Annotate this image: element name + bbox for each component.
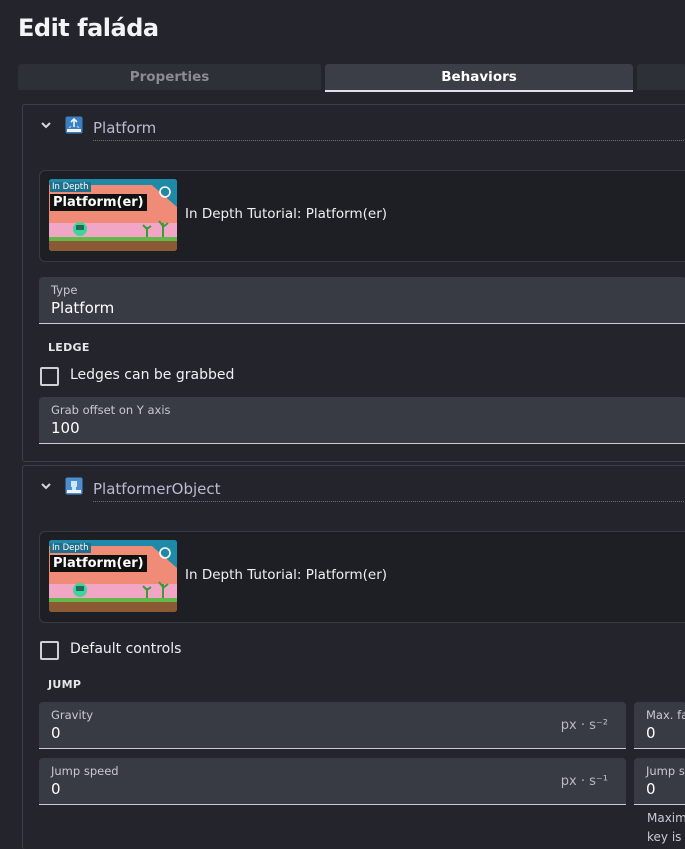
dialog-title: Edit faláda	[18, 14, 159, 42]
ledges-grabbed-label: Ledges can be grabbed	[70, 367, 235, 383]
grab-offset-field[interactable]: Grab offset on Y axis 100	[39, 397, 685, 444]
type-field[interactable]: Type Platform	[39, 277, 685, 324]
tab-overflow	[637, 64, 685, 90]
grab-offset-label: Grab offset on Y axis	[51, 403, 171, 417]
behavior-name: Platform	[93, 119, 157, 137]
behavior-name: PlatformerObject	[93, 480, 221, 498]
ledge-heading: LEDGE	[48, 341, 90, 354]
gravity-label: Gravity	[51, 708, 94, 722]
behavior-header[interactable]: Platform	[23, 105, 685, 151]
type-value: Platform	[51, 299, 115, 317]
gravity-unit: px · s⁻²	[560, 718, 608, 733]
max-falling-value: 0	[646, 724, 656, 742]
tutorial-thumbnail: In Depth Platform(er)	[49, 540, 177, 612]
jump-heading: JUMP	[48, 678, 82, 691]
gravity-value: 0	[51, 724, 61, 742]
grab-offset-value: 100	[51, 419, 80, 437]
default-controls-checkbox[interactable]	[40, 641, 59, 660]
tutorial-link-label: In Depth Tutorial: Platform(er)	[185, 567, 388, 583]
jump-speed-value: 0	[51, 780, 61, 798]
max-falling-speed-field[interactable]: Max. fal 0	[634, 702, 685, 749]
tutorial-link-label: In Depth Tutorial: Platform(er)	[185, 206, 388, 222]
tab-bar: Properties Behaviors	[18, 64, 685, 92]
platform-behavior-icon	[65, 116, 83, 134]
chevron-down-icon[interactable]	[39, 118, 53, 132]
tutorial-thumbnail: In Depth Platform(er)	[49, 179, 177, 251]
tab-properties[interactable]: Properties	[18, 64, 321, 90]
thumbnail-title: Platform(er)	[50, 194, 147, 211]
default-controls-label: Default controls	[70, 641, 182, 657]
behavior-name-underline	[93, 501, 685, 502]
behavior-section-platformer-object: PlatformerObject In Depth Platform(er) I…	[22, 465, 685, 849]
jump-speed-field[interactable]: Jump speed 0 px · s⁻¹	[39, 758, 626, 805]
tutorial-card[interactable]: In Depth Platform(er) In Depth Tutorial:…	[39, 531, 685, 623]
thumbnail-title: Platform(er)	[50, 555, 147, 572]
thumbnail-badge: In Depth	[50, 543, 91, 553]
jump-speed-unit: px · s⁻¹	[560, 774, 608, 789]
type-label: Type	[51, 283, 78, 297]
max-falling-label: Max. fal	[646, 708, 685, 722]
jump-sustain-helper-line-1: Maxim	[647, 811, 685, 825]
tutorial-card[interactable]: In Depth Platform(er) In Depth Tutorial:…	[39, 170, 685, 262]
tab-behaviors[interactable]: Behaviors	[325, 64, 633, 92]
behavior-header[interactable]: PlatformerObject	[23, 466, 685, 512]
ledges-grabbed-checkbox[interactable]	[40, 367, 59, 386]
behavior-section-platform: Platform In Depth Platform(er) In Depth …	[22, 104, 685, 462]
jump-sustain-value: 0	[646, 780, 656, 798]
jump-speed-label: Jump speed	[51, 764, 119, 778]
gravity-field[interactable]: Gravity 0 px · s⁻²	[39, 702, 626, 749]
jump-sustain-helper-line-2: key is	[647, 830, 682, 844]
jump-sustain-field[interactable]: Jump su 0	[634, 758, 685, 805]
jump-sustain-label: Jump su	[646, 764, 685, 778]
behavior-name-underline	[93, 140, 685, 141]
chevron-down-icon[interactable]	[39, 479, 53, 493]
thumbnail-badge: In Depth	[50, 182, 91, 192]
platformer-object-behavior-icon	[65, 477, 83, 495]
